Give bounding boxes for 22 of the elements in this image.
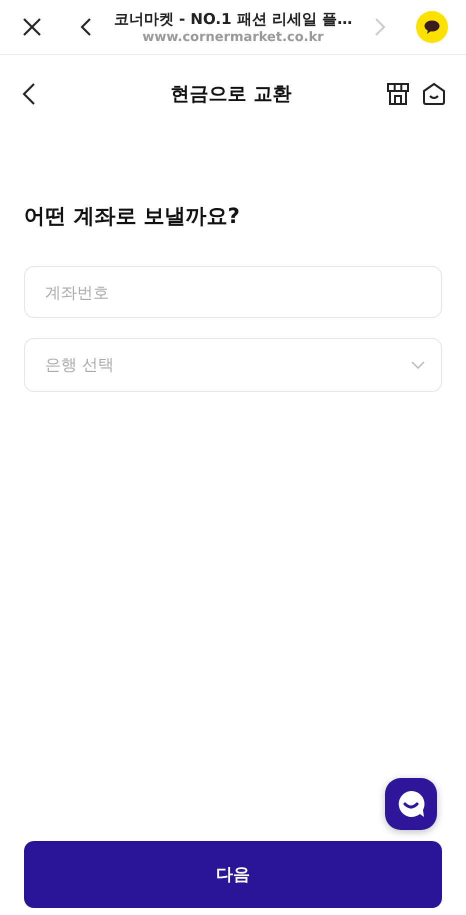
chat-button[interactable]	[416, 11, 448, 43]
next-button[interactable]: 다음	[24, 841, 442, 908]
chat-button[interactable]	[385, 778, 437, 830]
speech-bubble-icon	[424, 20, 440, 34]
store-button[interactable]	[386, 82, 410, 106]
account-number-field[interactable]: 계좌번호	[24, 266, 442, 318]
close-button[interactable]	[22, 17, 42, 37]
page-title: 코너마켓 - NO.1 패션 리세일 플…	[114, 10, 352, 28]
page-heading: 현금으로 교환	[170, 82, 292, 107]
close-icon	[22, 17, 42, 37]
question-heading: 어떤 계좌로 보낼까요?	[24, 203, 241, 230]
home-button[interactable]	[422, 82, 446, 106]
back-button[interactable]	[22, 82, 36, 106]
back-icon	[22, 82, 36, 106]
forward-icon	[374, 17, 386, 37]
back-button[interactable]	[80, 17, 92, 37]
back-icon	[80, 17, 92, 37]
chevron-down-icon	[411, 361, 425, 370]
url-text: www.cornermarket.co.kr	[142, 30, 324, 44]
home-icon	[422, 82, 446, 106]
store-icon	[386, 82, 410, 106]
chat-bubble-icon	[396, 789, 426, 819]
